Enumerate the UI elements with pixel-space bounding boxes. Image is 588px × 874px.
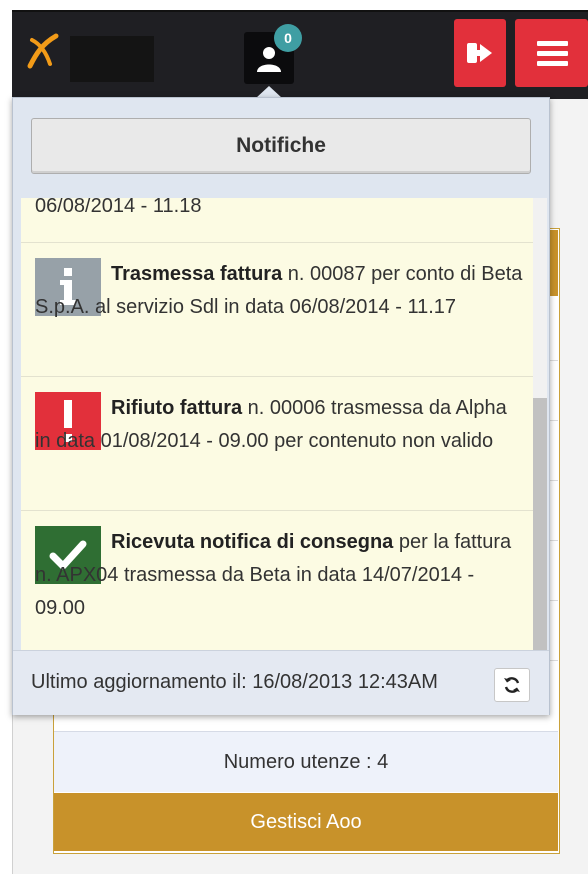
list-item[interactable]: Rifiuto fattura n. 00006 trasmessa da Al…: [21, 376, 533, 511]
list-item[interactable]: Ricevuta notifica di consegna per la fat…: [21, 510, 533, 650]
x-logo-icon[interactable]: [26, 32, 62, 70]
users-count: Numero utenze : 4: [54, 731, 558, 792]
manage-aoo-button[interactable]: Gestisci Aoo: [54, 793, 558, 851]
menu-button[interactable]: [515, 19, 588, 87]
notifications-popup: Notifiche 06/08/2014 - 11.18 Trasmessa f…: [12, 97, 550, 715]
notification-text: n. 00006 trasmessa da Alpha in data 01/0…: [35, 397, 507, 452]
menu-icon-bar: [537, 51, 568, 56]
notifications-list[interactable]: 06/08/2014 - 11.18 Trasmessa fattura n. …: [21, 198, 533, 650]
refresh-button[interactable]: [494, 668, 530, 702]
list-item-partial: 06/08/2014 - 11.18: [21, 198, 533, 243]
refresh-icon: [504, 677, 520, 693]
sign-out-icon: [467, 43, 492, 63]
menu-icon-bar: [537, 61, 568, 66]
top-navbar: 0: [12, 10, 588, 99]
notification-title: Ricevuta notifica di consegna: [111, 531, 394, 553]
notification-title: Trasmessa fattura: [111, 263, 283, 285]
last-update-text: Ultimo aggiornamento il: 16/08/2013 12:4…: [31, 671, 438, 693]
scrollbar-thumb[interactable]: [533, 398, 547, 650]
brand-logo-box: [70, 36, 154, 82]
notifications-footer: Ultimo aggiornamento il: 16/08/2013 12:4…: [13, 650, 549, 715]
notification-title: Rifiuto fattura: [111, 397, 243, 419]
menu-icon-bar: [537, 41, 568, 46]
notifications-title-button[interactable]: Notifiche: [31, 118, 531, 174]
user-icon: [257, 47, 281, 72]
notifications-scrollbar[interactable]: [533, 198, 547, 650]
list-item[interactable]: Trasmessa fattura n. 00087 per conto di …: [21, 242, 533, 377]
notification-date: 06/08/2014 - 11.18: [35, 198, 202, 217]
notifications-count-badge: 0: [274, 24, 302, 52]
logout-button[interactable]: [454, 19, 506, 87]
